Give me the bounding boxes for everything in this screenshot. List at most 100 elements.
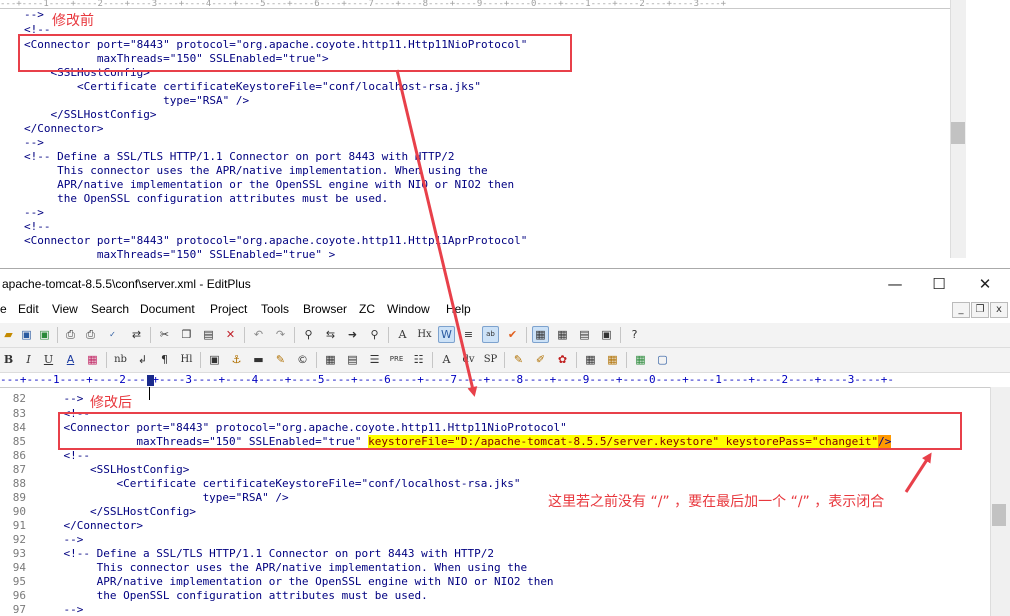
open-file-icon[interactable]: ▰ [0,326,17,343]
code-line: the OpenSSL configuration attributes mus… [24,192,389,205]
menu-window[interactable]: Window [387,302,430,316]
window-icon[interactable]: ▢ [654,351,671,368]
undo-icon[interactable]: ↶ [250,326,267,343]
directory-icon[interactable]: ▤ [576,326,593,343]
paste-icon[interactable]: ▤ [200,326,217,343]
code-line: --> [37,533,84,546]
highlighter-icon[interactable]: ✐ [532,351,549,368]
line-number: 91 [12,519,26,532]
paint-icon[interactable]: ✿ [554,351,571,368]
line-break-icon[interactable]: ↲ [134,351,151,368]
menu-zc[interactable]: ZC [359,302,375,316]
code-line: </SSLHostConfig> [37,505,196,518]
list-icon[interactable]: ☷ [410,351,427,368]
code-line: APR/native implementation or the OpenSSL… [37,575,554,588]
menu-browser[interactable]: Browser [303,302,347,316]
span-icon[interactable]: SP [482,351,499,368]
pre-icon[interactable]: PRE [388,351,405,368]
italic-icon[interactable]: I [20,351,37,368]
menu-file[interactable]: e [0,302,7,316]
copyright-icon[interactable]: © [294,351,311,368]
code-line: type="RSA" /> [37,491,289,504]
menu-tools[interactable]: Tools [261,302,289,316]
mdi-close-button[interactable]: x [990,302,1008,318]
help-icon[interactable]: ? [626,326,643,343]
paragraph-icon[interactable]: ¶ [156,351,173,368]
anchor-icon[interactable]: ⚓ [228,351,245,368]
heading-tag-icon[interactable]: Hl [178,351,195,368]
line-number: 94 [12,561,26,574]
copy-icon[interactable]: ❐ [178,326,195,343]
font-color-icon[interactable]: A [62,351,79,368]
search-files-icon[interactable]: ⚲ [366,326,383,343]
ftp-icon[interactable]: ⇄ [128,326,145,343]
code-line: This connector uses the APR/native imple… [24,164,488,177]
spell-check-icon[interactable]: ✓ [104,326,121,343]
title-bar: apache-tomcat-8.5.5\conf\server.xml - Ed… [0,269,1010,299]
view-icon[interactable]: ▦ [582,351,599,368]
cliptext-icon[interactable]: ▦ [554,326,571,343]
menu-edit[interactable]: Edit [18,302,39,316]
nbsp-icon[interactable]: nb [112,351,129,368]
print-icon[interactable]: ⎙ [82,326,99,343]
color-picker-icon[interactable]: ▦ [84,351,101,368]
form-icon[interactable]: ▤ [344,351,361,368]
replace-icon[interactable]: ⇆ [322,326,339,343]
font-tag-icon[interactable]: A [438,351,455,368]
code-line: the OpenSSL configuration attributes mus… [37,589,428,602]
font-icon[interactable]: A [394,326,411,343]
check-icon[interactable]: ✔ [504,326,521,343]
heading-icon[interactable]: Hx [416,326,433,343]
pencil-icon[interactable]: ✎ [510,351,527,368]
before-highlight-box [18,34,572,72]
editor-scrollbar-thumb[interactable] [992,504,1006,526]
menu-view[interactable]: View [52,302,78,316]
edit-icon[interactable]: ✎ [272,351,289,368]
menu-help[interactable]: Help [446,302,471,316]
top-scrollbar-thumb[interactable] [951,122,965,144]
go-to-icon[interactable]: ➜ [344,326,361,343]
mdi-restore-button[interactable]: ❐ [971,302,989,318]
align-center-icon[interactable]: ☰ [366,351,383,368]
code-line: type="RSA" /> [24,94,250,107]
word-wrap-icon[interactable]: W [438,326,455,343]
code-line: --> [24,136,44,149]
delete-icon[interactable]: ✕ [222,326,239,343]
line-number-gutter: 82 83 84 85 86 87 88 89 90 91 92 93 94 9… [0,388,32,616]
div-icon[interactable]: dv [460,351,477,368]
close-button[interactable]: ✕ [970,273,1000,295]
line-number: 96 [12,589,26,602]
menu-document[interactable]: Document [140,302,195,316]
redo-icon[interactable]: ↷ [272,326,289,343]
line-number: 83 [12,407,26,420]
layout-icon[interactable]: ▦ [604,351,621,368]
browser-icon[interactable]: ▦ [532,326,549,343]
mdi-minimize-button[interactable]: _ [952,302,970,318]
menu-search[interactable]: Search [91,302,129,316]
code-line: <!-- [24,220,51,233]
output-icon[interactable]: ▣ [598,326,615,343]
bold-icon[interactable]: B [0,351,17,368]
grid-icon[interactable]: ▦ [632,351,649,368]
maximize-button[interactable]: ☐ [924,273,954,295]
find-icon[interactable]: ⚲ [300,326,317,343]
line-number: 87 [12,463,26,476]
minimize-button[interactable]: — [880,273,910,295]
hr-icon[interactable]: ▬ [250,351,267,368]
closing-note: 这里若之前没有 “/” ，要在最后加一个 “/” ，表示闭合 [548,494,885,510]
column-select-icon[interactable]: ab [482,326,499,343]
menu-project[interactable]: Project [210,302,247,316]
save-icon[interactable]: ▣ [18,326,35,343]
menu-bar: e Edit View Search Document Project Tool… [0,299,1010,319]
cut-icon[interactable]: ✂ [156,326,173,343]
print-preview-icon[interactable]: ⎙ [62,326,79,343]
image-icon[interactable]: ▣ [206,351,223,368]
save-all-icon[interactable]: ▣ [36,326,53,343]
line-number: 82 [12,392,26,405]
editor-scrollbar[interactable] [990,387,1010,616]
table-icon[interactable]: ▦ [322,351,339,368]
line-number: 97 [12,603,26,616]
line-numbers-icon[interactable]: ≡ [460,326,477,343]
code-line: <Certificate certificateKeystoreFile="co… [24,80,481,93]
underline-icon[interactable]: U [40,351,57,368]
